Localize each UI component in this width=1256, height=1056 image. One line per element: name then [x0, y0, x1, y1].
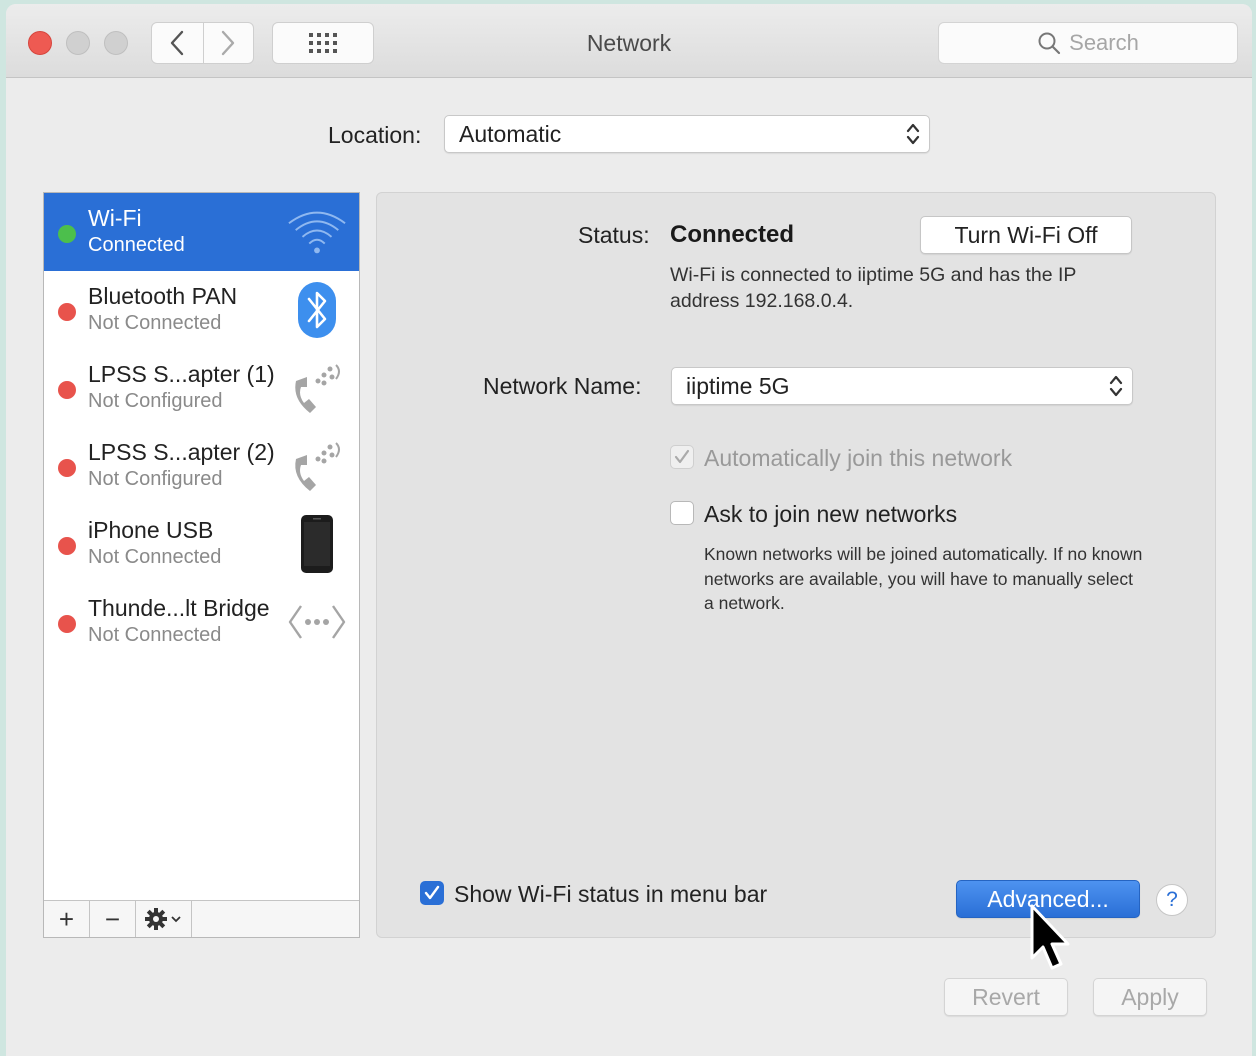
service-status: Not Connected — [88, 312, 222, 334]
revert-button[interactable]: Revert — [944, 978, 1068, 1016]
bluetooth-icon — [287, 279, 347, 341]
ask-join-description: Known networks will be joined automatica… — [704, 544, 1143, 613]
show-wifi-status-checkbox[interactable] — [420, 881, 444, 905]
status-dot — [58, 615, 76, 633]
search-placeholder: Search — [1069, 30, 1139, 55]
apply-button[interactable]: Apply — [1093, 978, 1207, 1016]
iphone-icon — [287, 513, 347, 575]
service-item-lpss-2[interactable]: LPSS S...apter (2) Not Configured — [44, 427, 359, 505]
service-status: Not Connected — [88, 624, 222, 646]
service-name: Thunde...lt Bridge — [88, 595, 270, 621]
checkmark-icon — [424, 885, 440, 900]
ask-join-label: Ask to join new networks — [704, 501, 958, 527]
status-description: Wi-Fi is connected to iiptime 5G and has… — [670, 264, 1077, 312]
status-value: Connected — [670, 221, 795, 248]
search-field[interactable]: Search — [938, 22, 1238, 64]
service-item-lpss-1[interactable]: LPSS S...apter (1) Not Configured — [44, 349, 359, 427]
location-select[interactable]: Automatic — [444, 115, 930, 153]
service-item-iphone-usb[interactable]: iPhone USB Not Connected — [44, 505, 359, 583]
phone-modem-icon — [287, 435, 347, 497]
status-dot — [58, 303, 76, 321]
service-status: Not Configured — [88, 390, 223, 412]
service-list: Wi-Fi Connected Bluetooth PAN Not Connec… — [43, 192, 360, 938]
up-down-chevron-icon — [1109, 375, 1123, 397]
search-icon — [1038, 32, 1061, 55]
service-status: Not Configured — [88, 468, 223, 490]
network-name-select[interactable]: iiptime 5G — [671, 367, 1133, 405]
turn-wifi-off-button[interactable]: Turn Wi-Fi Off — [920, 216, 1132, 254]
add-service-button[interactable]: + — [44, 901, 90, 937]
status-dot — [58, 381, 76, 399]
auto-join-checkbox[interactable] — [670, 445, 694, 469]
phone-modem-icon — [287, 357, 347, 419]
service-item-bluetooth-pan[interactable]: Bluetooth PAN Not Connected — [44, 271, 359, 349]
gear-icon — [144, 908, 181, 930]
service-name: Bluetooth PAN — [88, 283, 238, 309]
service-name: iPhone USB — [88, 517, 214, 543]
up-down-chevron-icon — [906, 123, 920, 145]
service-status: Not Connected — [88, 546, 222, 568]
checkmark-icon — [674, 449, 690, 464]
action-menu-button[interactable] — [136, 901, 192, 937]
service-name: Wi-Fi — [88, 205, 142, 231]
ask-join-checkbox[interactable] — [670, 501, 694, 525]
location-value: Automatic — [459, 120, 562, 147]
mouse-pointer-icon — [1030, 904, 1070, 970]
service-name: LPSS S...apter (1) — [88, 361, 275, 387]
status-dot — [58, 459, 76, 477]
service-list-toolbar: + − — [44, 900, 359, 937]
help-button[interactable]: ? — [1156, 884, 1188, 916]
location-label: Location: — [328, 122, 422, 148]
thunderbolt-bridge-icon — [287, 591, 347, 653]
service-status: Connected — [88, 234, 185, 256]
service-item-wifi[interactable]: Wi-Fi Connected — [44, 193, 359, 271]
status-dot — [58, 537, 76, 555]
status-dot — [58, 225, 76, 243]
auto-join-label: Automatically join this network — [704, 445, 1013, 471]
wifi-icon — [287, 201, 347, 263]
status-label: Status: — [578, 222, 650, 248]
remove-service-button[interactable]: − — [90, 901, 136, 937]
network-name-value: iiptime 5G — [686, 372, 790, 399]
show-wifi-status-label: Show Wi-Fi status in menu bar — [454, 881, 768, 907]
title-bar: Network Search — [6, 4, 1252, 78]
service-name: LPSS S...apter (2) — [88, 439, 275, 465]
network-name-label: Network Name: — [483, 373, 642, 399]
service-item-thunderbolt-bridge[interactable]: Thunde...lt Bridge Not Connected — [44, 583, 359, 661]
